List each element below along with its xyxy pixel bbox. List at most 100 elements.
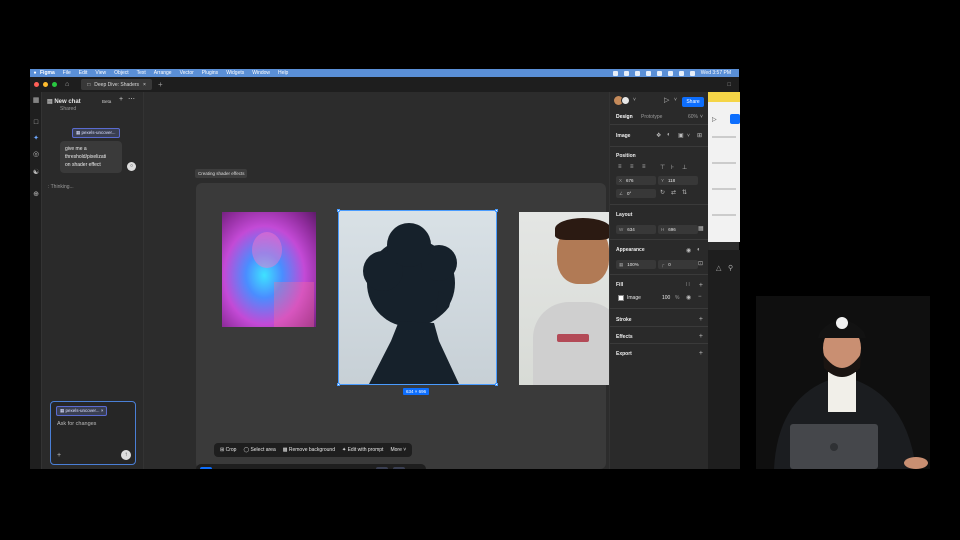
home-icon[interactable]: ⌂ xyxy=(65,81,69,88)
eye-icon[interactable]: ◉ xyxy=(686,294,691,301)
add-stroke-icon[interactable]: + xyxy=(699,316,703,323)
remove-fill-icon[interactable]: − xyxy=(698,294,702,300)
select-area-button[interactable]: ◯ Select area xyxy=(243,447,275,453)
chevron-down-icon[interactable]: ˅ xyxy=(700,114,703,120)
add-icon[interactable]: + xyxy=(57,452,61,459)
expand-corners-icon[interactable]: ⊡ xyxy=(698,260,703,267)
composer-input[interactable]: Ask for changes xyxy=(57,421,96,427)
add-icon[interactable]: ⊕ xyxy=(32,191,40,199)
plugins-icon[interactable]: ◎ xyxy=(32,151,40,159)
constrain-proportions-icon[interactable]: ▦ xyxy=(698,225,704,232)
remove-background-button[interactable]: ▩ Remove background xyxy=(283,447,335,453)
rotation-field[interactable]: ∠ 0° xyxy=(616,189,656,198)
remove-attachment-icon[interactable]: × xyxy=(101,408,104,413)
blend-mode-icon[interactable]: ◐ xyxy=(697,247,701,253)
image-neon-portrait[interactable] xyxy=(222,212,316,327)
composer-attachment-chip[interactable]: ▦ pexels-uncover... × xyxy=(56,406,108,416)
comment-tool-button[interactable]: ◯ xyxy=(334,467,346,470)
zoom-window-button[interactable] xyxy=(52,82,57,87)
draw-mode-button[interactable]: ✐ xyxy=(392,466,405,469)
overflow-icon[interactable]: □ xyxy=(727,82,731,88)
apple-menu-icon[interactable]: ● xyxy=(30,70,40,76)
align-left-icon[interactable]: ≡ xyxy=(618,164,622,170)
background-window[interactable]: ▷ xyxy=(708,92,740,242)
image-smiling-boy[interactable] xyxy=(519,212,611,385)
x-field[interactable]: X 676 xyxy=(616,176,656,185)
width-field[interactable]: W 634 xyxy=(616,225,656,234)
control-center-icon[interactable] xyxy=(689,70,695,76)
tab-design[interactable]: Design xyxy=(616,114,633,120)
rotate-icon[interactable]: ↻ xyxy=(660,189,665,196)
tab-deep-dive-shaders[interactable]: □ Deep Dive: Shaders × xyxy=(81,79,152,90)
close-window-button[interactable] xyxy=(34,82,39,87)
tray-icon[interactable] xyxy=(634,70,640,76)
pen-tool-button[interactable]: ✒ xyxy=(275,467,287,470)
play-icon[interactable]: ▷ xyxy=(664,96,669,104)
styles-icon[interactable]: ∷ xyxy=(686,281,690,288)
menu-view[interactable]: View xyxy=(95,70,106,76)
eye-icon[interactable]: ◉ xyxy=(686,247,691,254)
menu-window[interactable]: Window xyxy=(252,70,270,76)
code-layer-button[interactable]: {} xyxy=(317,467,329,470)
minimize-window-button[interactable] xyxy=(43,82,48,87)
corner-radius-field[interactable]: ┌ 0 xyxy=(658,260,698,269)
align-middle-icon[interactable]: ⊦ xyxy=(671,164,674,171)
tray-icon[interactable] xyxy=(656,70,662,76)
add-chat-icon[interactable]: + xyxy=(119,96,123,103)
fill-opacity[interactable]: 100 xyxy=(662,295,670,301)
y-field[interactable]: Y 118 xyxy=(658,176,698,185)
tray-icon[interactable] xyxy=(645,70,651,76)
zoom-level[interactable]: 60% xyxy=(688,114,698,120)
chevron-down-icon[interactable]: ˅ xyxy=(674,97,677,103)
design-canvas[interactable]: Creating shader effects 634 × 696 ⊞ Crop… xyxy=(144,92,611,470)
menu-text[interactable]: Text xyxy=(137,70,146,76)
menu-figma[interactable]: Figma xyxy=(40,70,55,76)
chat-composer[interactable]: ▦ pexels-uncover... × Ask for changes + … xyxy=(50,401,136,465)
flip-vertical-icon[interactable]: ⇅ xyxy=(682,189,687,196)
share-button[interactable]: Share xyxy=(682,97,704,107)
shape-tool-button[interactable]: □ xyxy=(250,467,262,470)
frame-tool-button[interactable]: # xyxy=(225,467,237,470)
more-button[interactable]: More ˅ xyxy=(390,447,406,453)
menu-file[interactable]: File xyxy=(63,70,71,76)
component-icon[interactable]: ❖ xyxy=(656,132,661,139)
new-tab-icon[interactable]: + xyxy=(158,80,163,89)
search-icon[interactable] xyxy=(678,70,684,76)
align-right-icon[interactable]: ≡ xyxy=(642,164,646,170)
add-export-icon[interactable]: + xyxy=(699,350,703,357)
background-window-dark[interactable]: △ ⚲ xyxy=(708,250,740,469)
crop-button[interactable]: ⊞ Crop xyxy=(220,447,236,453)
crop-icon[interactable]: ⊞ xyxy=(697,132,702,139)
actions-button[interactable]: ❖ xyxy=(359,467,371,470)
menu-arrange[interactable]: Arrange xyxy=(154,70,172,76)
avatar[interactable] xyxy=(621,96,630,105)
chevron-down-icon[interactable]: ˅ xyxy=(687,133,690,139)
figma-menu-icon[interactable]: ▦ xyxy=(32,97,40,105)
menubar-clock[interactable]: Wed 3:57 PM xyxy=(701,70,731,76)
resize-handle[interactable] xyxy=(337,209,340,212)
menu-edit[interactable]: Edit xyxy=(79,70,88,76)
height-field[interactable]: H 696 xyxy=(658,225,698,234)
edit-with-prompt-button[interactable]: ✦ Edit with prompt xyxy=(342,447,383,453)
menu-object[interactable]: Object xyxy=(114,70,128,76)
add-effect-icon[interactable]: + xyxy=(699,333,703,340)
opacity-field[interactable]: ▦ 100% xyxy=(616,260,656,269)
boolean-icon[interactable]: ▣ xyxy=(678,132,684,139)
dev-mode-button[interactable]: </> xyxy=(410,467,422,470)
menu-vector[interactable]: Vector xyxy=(180,70,194,76)
fill-swatch[interactable] xyxy=(618,295,624,301)
attachment-chip[interactable]: ▦ pexels-uncover... xyxy=(72,128,120,138)
ai-assistant-icon[interactable]: ✦ xyxy=(32,135,40,143)
tray-icon[interactable] xyxy=(623,70,629,76)
library-icon[interactable]: ☯ xyxy=(32,169,40,177)
image-silhouette-selected[interactable] xyxy=(337,209,498,386)
file-icon[interactable]: □ xyxy=(32,119,40,127)
send-button[interactable]: ↑ xyxy=(121,450,131,460)
menu-help[interactable]: Help xyxy=(278,70,288,76)
align-top-icon[interactable]: ⊤ xyxy=(660,164,665,171)
frame[interactable]: 634 × 696 xyxy=(196,183,611,469)
close-tab-icon[interactable]: × xyxy=(143,82,146,88)
more-options-icon[interactable]: ⋯ xyxy=(128,95,135,103)
text-tool-button[interactable]: T xyxy=(300,467,312,470)
add-fill-icon[interactable]: + xyxy=(699,282,703,289)
